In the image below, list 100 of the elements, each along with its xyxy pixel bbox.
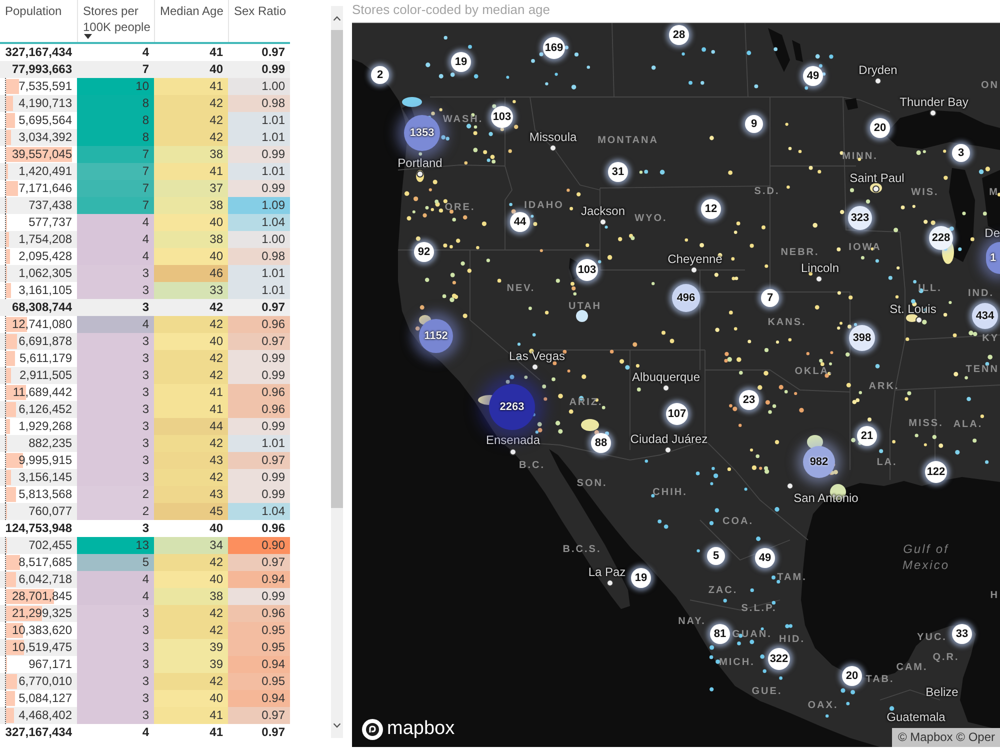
- table-cell: 3: [77, 350, 154, 367]
- table-cell-text: 577,737: [28, 214, 73, 231]
- table-cell: 3: [77, 282, 154, 299]
- column-header[interactable]: Population: [0, 0, 77, 42]
- region-label: MISS.: [908, 418, 944, 430]
- table-cell-text: 7,535,591: [18, 78, 73, 95]
- region-label: Q.R.: [932, 652, 960, 664]
- water-label: Gulf of Mexico: [901, 541, 950, 573]
- attribution-text: © Mapbox © Oper: [892, 728, 1000, 747]
- scrollbar-track[interactable]: [331, 6, 343, 738]
- table-cell: 0.99: [228, 469, 290, 486]
- region-label: CAM.: [896, 662, 928, 674]
- table-cell: 0.99: [228, 418, 290, 435]
- table-cell: 0.97: [228, 333, 290, 350]
- table-cell: 0.96: [228, 316, 290, 333]
- table-cell: 41: [154, 401, 228, 418]
- city-label: Missoula: [529, 130, 577, 144]
- table-cell-text: 41: [208, 44, 224, 61]
- table-cell: 1.04: [228, 214, 290, 231]
- table-cell: 40: [154, 214, 228, 231]
- region-label: S.D.: [754, 186, 780, 198]
- table-cell: 39: [154, 639, 228, 656]
- table-cell: 42: [154, 367, 228, 384]
- table-cell: 0.95: [228, 622, 290, 639]
- visual-title: Stores color-coded by median age: [352, 1, 550, 18]
- table-cell-text: 0.97: [260, 44, 286, 61]
- table-cell-text: 3,034,392: [18, 129, 73, 146]
- table-cell-text: 5,695,564: [18, 112, 73, 129]
- table-cell: 2: [77, 486, 154, 503]
- table-cell: 3: [77, 690, 154, 707]
- table-cell: 3: [77, 673, 154, 690]
- table-cell-text: 3,156,145: [18, 469, 73, 486]
- table-cell: 0.95: [228, 673, 290, 690]
- table-cell: 4: [77, 231, 154, 248]
- table-cell: 38: [154, 146, 228, 163]
- table-cell-text: 8,517,685: [18, 554, 73, 571]
- table-cell-text: 3: [141, 520, 150, 537]
- table-cell: 1.00: [228, 231, 290, 248]
- table-cell: 3: [77, 469, 154, 486]
- column-header[interactable]: Sex Ratio: [228, 0, 290, 42]
- table-cell: 0.99: [228, 350, 290, 367]
- table-cell: 0.98: [228, 248, 290, 265]
- table-cell: 38: [154, 231, 228, 248]
- sort-descending-icon[interactable]: [84, 34, 92, 39]
- region-label: ALA.: [953, 419, 983, 431]
- table-cell: 5: [77, 554, 154, 571]
- table-cell: 0.99: [228, 588, 290, 605]
- table-cell-text: 68,308,744: [10, 299, 73, 316]
- table-cell: 0.94: [228, 571, 290, 588]
- table-cell: 42: [154, 112, 228, 129]
- table-cell-text: 1,929,268: [18, 418, 73, 435]
- table-cell-text: 28,701,845: [10, 588, 73, 605]
- table-cell: 0.96: [228, 401, 290, 418]
- region-label: NEV.: [506, 283, 536, 295]
- column-header[interactable]: Median Age: [154, 0, 228, 42]
- table-cell-text: 0.96: [260, 520, 286, 537]
- table-cell-text: 2,911,505: [18, 367, 73, 384]
- table-cell: 37: [154, 180, 228, 197]
- table-cell: 3: [77, 265, 154, 282]
- table-cell: 8: [77, 129, 154, 146]
- logo-link[interactable]: mapbox: [362, 718, 455, 740]
- table-cell: 45: [154, 503, 228, 520]
- region-label: ZAC.: [708, 585, 738, 597]
- table-cell: 4: [77, 571, 154, 588]
- table-cell: 4: [77, 248, 154, 265]
- city-label: Saint Paul: [850, 171, 904, 185]
- scrollbar-thumb[interactable]: [331, 30, 343, 508]
- region-label: YUC.: [917, 632, 947, 644]
- table-cell: 0.99: [228, 180, 290, 197]
- table-cell-text: 2,095,428: [18, 248, 73, 265]
- table-cell: 1.01: [228, 282, 290, 299]
- table-cell-text: 0.97: [260, 724, 286, 741]
- city-label: Lincoln: [800, 261, 840, 275]
- table-cell: 4: [77, 588, 154, 605]
- city-label: La Paz: [588, 565, 626, 579]
- table-cell-text: 5,611,179: [18, 350, 73, 367]
- table-cell: 33: [154, 282, 228, 299]
- table-cell: 42: [154, 554, 228, 571]
- city-label: St. Louis: [890, 302, 936, 316]
- city-label: Ciudad Juárez: [630, 432, 708, 446]
- table-cell: 3: [77, 605, 154, 622]
- city-dot-icon: [874, 78, 882, 84]
- region-label: IOWA: [848, 242, 882, 254]
- table-cell: 4: [77, 214, 154, 231]
- table-cell: 3: [77, 639, 154, 656]
- table-cell: 8: [77, 112, 154, 129]
- chevron-down-icon[interactable]: [333, 723, 341, 728]
- table-cell-text: 10,383,620: [10, 622, 73, 639]
- region-label: MINN.: [842, 151, 878, 163]
- column-header[interactable]: Stores per 100K people: [77, 0, 154, 42]
- region-label: MICH.: [719, 657, 755, 669]
- table-cell: 1.01: [228, 129, 290, 146]
- city-label: Albuquerque: [632, 370, 700, 384]
- chevron-up-icon[interactable]: [333, 16, 341, 21]
- region-label: TAM.: [777, 572, 807, 584]
- table-cell: 42: [154, 95, 228, 112]
- table-cell: 42: [154, 469, 228, 486]
- table-cell: 44: [154, 418, 228, 435]
- table-cell: 3: [77, 384, 154, 401]
- region-label: OKLA.: [794, 366, 834, 378]
